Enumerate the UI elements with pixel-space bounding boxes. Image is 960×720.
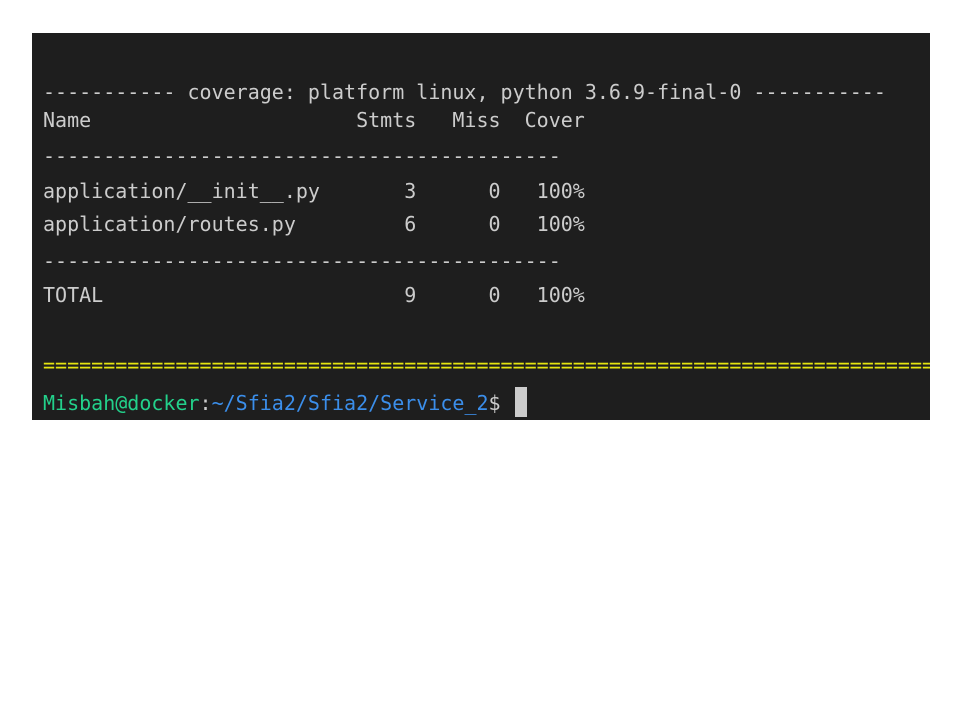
prompt-colon: : xyxy=(199,391,212,415)
prompt-symbol: $ xyxy=(488,391,513,415)
coverage-row-init: application/__init__.py 3 0 100% xyxy=(43,179,585,203)
test-summary-separator: ========================================… xyxy=(43,353,930,377)
coverage-separator-bottom: ----------------------------------------… xyxy=(43,249,561,273)
coverage-separator-top: ----------------------------------------… xyxy=(43,144,561,168)
coverage-total-row: TOTAL 9 0 100% xyxy=(43,283,585,307)
text-cursor xyxy=(514,387,527,417)
prompt-user-host: Misbah@docker xyxy=(43,391,200,415)
shell-prompt[interactable]: Misbah@docker:~/Sfia2/Sfia2/Service_2$ xyxy=(43,387,527,417)
coverage-columns-header: Name Stmts Miss Cover xyxy=(43,108,585,132)
coverage-header-line: ----------- coverage: platform linux, py… xyxy=(43,80,886,104)
prompt-path: ~/Sfia2/Sfia2/Service_2 xyxy=(211,391,489,415)
coverage-row-routes: application/routes.py 6 0 100% xyxy=(43,212,585,236)
terminal-window[interactable]: ----------- coverage: platform linux, py… xyxy=(32,33,930,420)
